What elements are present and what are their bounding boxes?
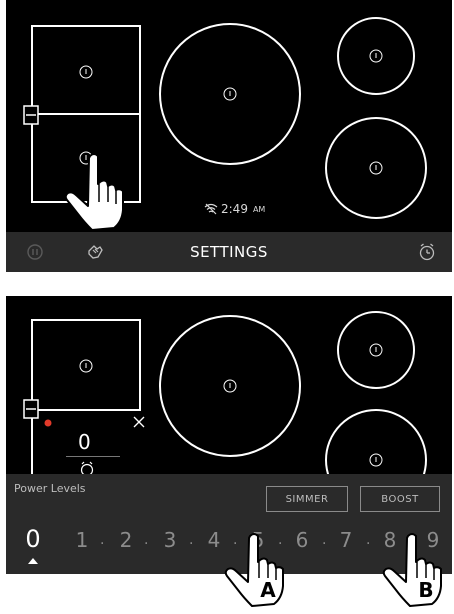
power-level-0[interactable]: 0: [23, 525, 43, 553]
hand-pointer-icon: [64, 153, 124, 231]
close-icon[interactable]: [133, 416, 145, 428]
level-separator: ·: [322, 536, 327, 552]
power-level-2[interactable]: 2: [116, 528, 136, 552]
selected-caret-icon: [28, 558, 38, 564]
power-level-3[interactable]: 3: [160, 528, 180, 552]
zone-power-value: 0: [78, 430, 91, 454]
zone-power-icon[interactable]: [369, 343, 383, 357]
power-level-6[interactable]: 6: [292, 528, 312, 552]
clock-display: 2:49 AM: [204, 202, 265, 216]
active-indicator-dot: [44, 419, 52, 427]
zone-power-icon[interactable]: [223, 87, 237, 101]
alarm-clock-icon[interactable]: [416, 241, 438, 263]
zone-power-icon[interactable]: [79, 65, 93, 79]
boost-button[interactable]: BOOST: [360, 486, 440, 512]
cooktop-screen-top: 2:49 AM SETTINGS: [6, 0, 452, 272]
zone-power-icon[interactable]: [369, 453, 383, 467]
level-separator: ·: [189, 536, 194, 552]
settings-button[interactable]: SETTINGS: [6, 243, 452, 261]
wifi-off-icon: [204, 203, 218, 215]
zone-power-icon[interactable]: [79, 359, 93, 373]
level-separator: ·: [100, 536, 105, 552]
simmer-button[interactable]: SIMMER: [266, 486, 348, 512]
bridge-link-icon[interactable]: [23, 105, 39, 125]
zone-power-icon[interactable]: [369, 161, 383, 175]
power-level-7[interactable]: 7: [336, 528, 356, 552]
zone-power-icon[interactable]: [369, 49, 383, 63]
value-underline: [66, 456, 120, 457]
power-levels-title: Power Levels: [14, 482, 86, 495]
bridge-link-icon[interactable]: [23, 399, 39, 419]
power-level-1[interactable]: 1: [72, 528, 92, 552]
power-level-4[interactable]: 4: [204, 528, 224, 552]
zone-power-icon[interactable]: [223, 379, 237, 393]
callout-label-b: B: [418, 578, 434, 602]
level-separator: ·: [366, 536, 371, 552]
level-separator: ·: [144, 536, 149, 552]
bottom-control-bar: SETTINGS: [6, 232, 452, 272]
callout-label-a: A: [260, 578, 276, 602]
clock-time: 2:49: [221, 202, 248, 216]
clock-ampm: AM: [252, 204, 266, 214]
